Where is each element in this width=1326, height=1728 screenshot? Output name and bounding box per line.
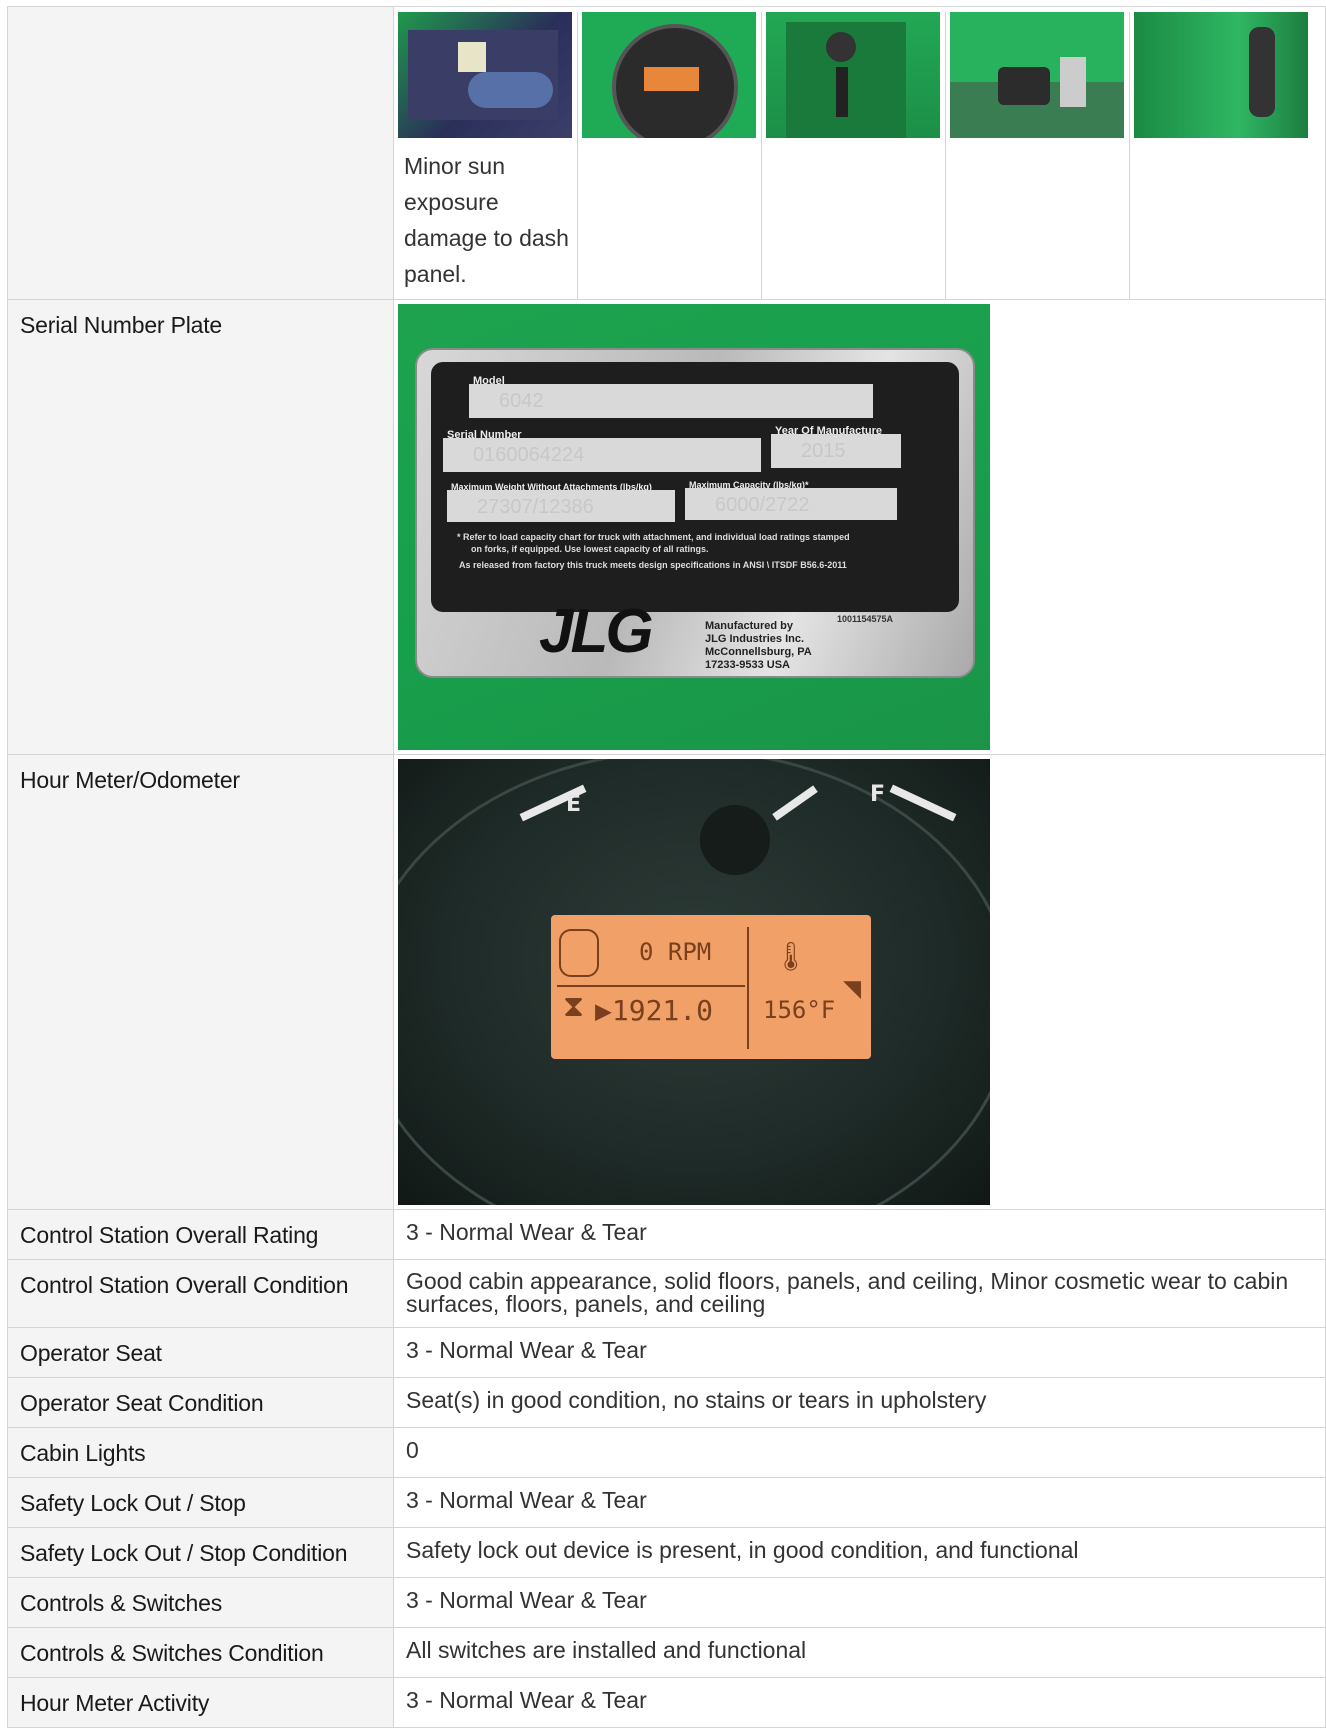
hour-meter-photo[interactable]: E F 0 RPM ⧗ ▶1921.0 🌡 156°F ◥ [398,759,990,1205]
plate-note-3: As released from factory this truck meet… [459,560,847,570]
lcd-display: 0 RPM ⧗ ▶1921.0 🌡 156°F ◥ [551,915,871,1059]
row-label: Control Station Overall Rating [7,1209,394,1260]
plate-note-1: * Refer to load capacity chart for truck… [457,532,850,542]
joystick-thumbnail[interactable] [766,12,940,138]
gallery-item [1130,12,1314,299]
table-row: Safety Lock Out / Stop Condition Safety … [7,1527,1326,1578]
inspection-table: Minor sun exposure damage to dash panel. [7,6,1326,1728]
part-number: 1001154575A [837,614,894,624]
fuel-full-mark: F [870,782,886,807]
table-row: Controls & Switches 3 - Normal Wear & Te… [7,1577,1326,1628]
gauge-hub [700,805,770,875]
temperature-readout: 156°F [763,996,836,1024]
hourglass-icon: ⧗ [563,989,585,1024]
max-weight-value: 27307/12386 [447,490,675,522]
max-capacity-value: 6000/2722 [685,488,897,520]
table-row: Control Station Overall Rating 3 - Norma… [7,1209,1326,1260]
row-label: Controls & Switches [7,1577,394,1628]
gallery-cell: Minor sun exposure damage to dash panel. [393,6,1326,300]
table-row: Controls & Switches Condition All switch… [7,1627,1326,1678]
row-value: Safety lock out device is present, in go… [393,1527,1326,1578]
row-value: Seat(s) in good condition, no stains or … [393,1377,1326,1428]
hour-meter-photo-cell: E F 0 RPM ⧗ ▶1921.0 🌡 156°F ◥ [393,754,1326,1210]
photo-gallery-row: Minor sun exposure damage to dash panel. [7,6,1326,300]
row-value: All switches are installed and functiona… [393,1627,1326,1678]
row-label: Serial Number Plate [7,299,394,755]
row-value: 3 - Normal Wear & Tear [393,1477,1326,1528]
table-row: Cabin Lights 0 [7,1427,1326,1478]
table-row: Operator Seat 3 - Normal Wear & Tear [7,1327,1326,1378]
row-value: 3 - Normal Wear & Tear [393,1577,1326,1628]
hour-readout: ▶1921.0 [595,994,714,1027]
engine-icon [559,929,599,977]
row-value: 3 - Normal Wear & Tear [393,1209,1326,1260]
row-value: Good cabin appearance, solid floors, pan… [393,1259,1326,1328]
hour-meter-row: Hour Meter/Odometer E F 0 RPM ⧗ ▶1921.0 [7,754,1326,1210]
gallery-item [762,12,946,299]
row-value: 3 - Normal Wear & Tear [393,1677,1326,1728]
serial-plate-row: Serial Number Plate Model 6042 Serial Nu… [7,299,1326,755]
gallery-item [578,12,762,299]
thumbnail-caption: Minor sun exposure damage to dash panel. [404,153,569,287]
row-label: Operator Seat Condition [7,1377,394,1428]
row-label: Hour Meter/Odometer [7,754,394,1210]
rpm-readout: 0 RPM [639,938,712,966]
row-value: 0 [393,1427,1326,1478]
jlg-logo: JLG [539,597,654,666]
temp-bar-icon: ◥ [843,971,862,1006]
table-row: Hour Meter Activity 3 - Normal Wear & Te… [7,1677,1326,1728]
plate-note-2: on forks, if equipped. Use lowest capaci… [471,544,709,554]
model-value: 6042 [469,384,873,418]
row-label: Safety Lock Out / Stop Condition [7,1527,394,1578]
serial-value: 0160064224 [443,438,761,472]
table-row: Control Station Overall Condition Good c… [7,1259,1326,1328]
row-label: Operator Seat [7,1327,394,1378]
serial-plate-photo[interactable]: Model 6042 Serial Number 0160064224 Year… [398,304,990,750]
row-value: 3 - Normal Wear & Tear [393,1327,1326,1378]
gallery-item: Minor sun exposure damage to dash panel. [394,12,578,299]
thumbnail-gallery: Minor sun exposure damage to dash panel. [394,12,1325,299]
row-label: Control Station Overall Condition [7,1259,394,1328]
gallery-item [946,12,1130,299]
table-row: Safety Lock Out / Stop 3 - Normal Wear &… [7,1477,1326,1528]
coolant-temp-icon: 🌡 [773,940,809,973]
row-label: Controls & Switches Condition [7,1627,394,1678]
gallery-label-cell [7,6,394,300]
year-value: 2015 [771,434,901,468]
pedal-thumbnail[interactable] [950,12,1124,138]
table-row: Operator Seat Condition Seat(s) in good … [7,1377,1326,1428]
row-label: Cabin Lights [7,1427,394,1478]
dash-panel-thumbnail[interactable] [398,12,572,138]
serial-plate-photo-cell: Model 6042 Serial Number 0160064224 Year… [393,299,1326,755]
gauge-thumbnail[interactable] [582,12,756,138]
serial-plate: Model 6042 Serial Number 0160064224 Year… [415,348,975,678]
cab-side-thumbnail[interactable] [1134,12,1308,138]
fuel-empty-mark: E [566,792,582,817]
manufacturer-info: Manufactured by JLG Industries Inc. McCo… [705,620,812,671]
row-label: Hour Meter Activity [7,1677,394,1728]
row-label: Safety Lock Out / Stop [7,1477,394,1528]
